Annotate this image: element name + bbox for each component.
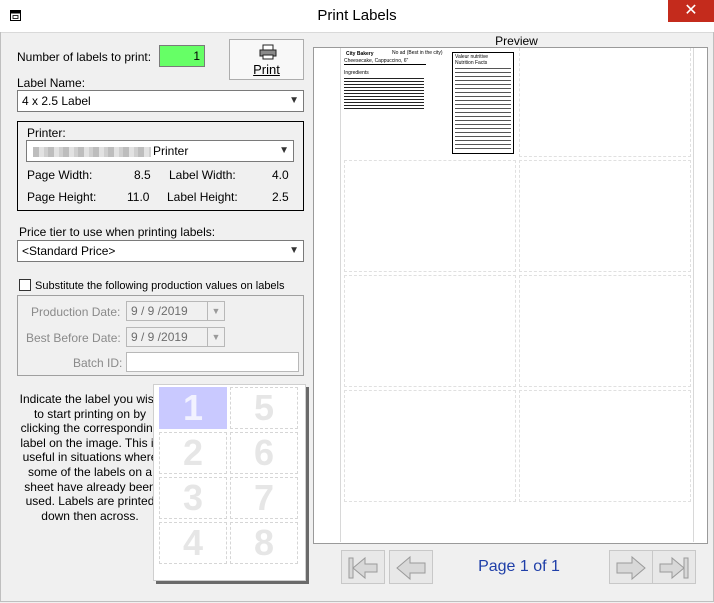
production-date-value: 9 / 9 /2019 bbox=[131, 304, 188, 318]
printer-select[interactable]: Printer ▼ bbox=[26, 140, 294, 162]
chevron-down-icon: ▼ bbox=[289, 245, 299, 256]
first-page-button[interactable] bbox=[341, 550, 385, 584]
price-tier-label: Price tier to use when printing labels: bbox=[19, 225, 216, 239]
chevron-down-icon: ▼ bbox=[289, 95, 299, 106]
printer-name-redacted bbox=[33, 147, 151, 157]
substitute-checkbox[interactable] bbox=[19, 279, 31, 291]
preview-ingredients-heading: Ingredients bbox=[344, 70, 369, 76]
label-cell-1[interactable]: 1 bbox=[159, 387, 227, 429]
preview-heading: Preview bbox=[495, 34, 538, 48]
batch-id-input[interactable] bbox=[126, 352, 299, 372]
preview-label-3 bbox=[344, 275, 516, 387]
label-cell-2[interactable]: 2 bbox=[159, 432, 227, 474]
label-cell-6[interactable]: 6 bbox=[230, 432, 298, 474]
best-before-value: 9 / 9 /2019 bbox=[131, 330, 188, 344]
page-width-value: 8.5 bbox=[134, 168, 151, 182]
preview-label-1: City Bakery No ad (Best in the city) Che… bbox=[344, 50, 514, 156]
label-width-label: Label Width: bbox=[169, 168, 236, 182]
title-bar: Print Labels ✕ bbox=[0, 0, 714, 33]
preview-label-8 bbox=[519, 390, 691, 502]
preview-label-7 bbox=[519, 275, 691, 387]
arrow-right-icon bbox=[616, 555, 646, 581]
label-cell-7[interactable]: 7 bbox=[230, 477, 298, 519]
production-date-field[interactable]: 9 / 9 /2019 ▼ bbox=[126, 301, 225, 321]
chevron-down-icon[interactable]: ▼ bbox=[207, 302, 224, 320]
preview-product: Cheesecake, Cappuccino, 6" bbox=[344, 58, 426, 65]
label-cell-4[interactable]: 4 bbox=[159, 522, 227, 564]
window-title: Print Labels bbox=[317, 7, 397, 24]
first-page-icon bbox=[348, 556, 378, 580]
label-cell-3[interactable]: 3 bbox=[159, 477, 227, 519]
labels-to-print-label: Number of labels to print: bbox=[17, 50, 152, 64]
preview-bakery: City Bakery bbox=[346, 51, 374, 57]
arrow-left-icon bbox=[396, 555, 426, 581]
start-position-grid: 1 2 3 4 5 6 7 8 bbox=[153, 384, 306, 581]
last-page-button[interactable] bbox=[652, 550, 696, 584]
best-before-label: Best Before Date: bbox=[26, 331, 121, 345]
print-button-label: Print bbox=[253, 62, 280, 77]
chevron-down-icon: ▼ bbox=[279, 145, 289, 156]
page-height-value: 11.0 bbox=[127, 190, 150, 204]
printer-label: Printer: bbox=[27, 126, 66, 140]
page-height-label: Page Height: bbox=[27, 190, 97, 204]
preview-label-4 bbox=[344, 390, 516, 502]
start-position-instructions: Indicate the label you wish to start pri… bbox=[19, 392, 161, 523]
preview-nutrition-rows bbox=[455, 68, 511, 152]
preview-ingredients-text bbox=[344, 78, 424, 110]
next-page-button[interactable] bbox=[609, 550, 653, 584]
page-width-label: Page Width: bbox=[27, 168, 93, 182]
substitute-label: Substitute the following production valu… bbox=[35, 280, 285, 292]
batch-id-label: Batch ID: bbox=[73, 356, 123, 370]
price-tier-select[interactable]: <Standard Price> ▼ bbox=[17, 240, 304, 262]
preview-label-5 bbox=[519, 48, 691, 157]
close-button[interactable]: ✕ bbox=[668, 0, 714, 22]
label-height-label: Label Height: bbox=[167, 190, 238, 204]
chevron-down-icon[interactable]: ▼ bbox=[207, 328, 224, 346]
preview-page: City Bakery No ad (Best in the city) Che… bbox=[340, 48, 694, 542]
preview-nutrition-box: Valeur nutritive Nutrition Facts bbox=[452, 52, 514, 154]
label-height-value: 2.5 bbox=[272, 190, 289, 204]
best-before-field[interactable]: 9 / 9 /2019 ▼ bbox=[126, 327, 225, 347]
label-cell-8[interactable]: 8 bbox=[230, 522, 298, 564]
labels-to-print-input[interactable]: 1 bbox=[159, 45, 205, 67]
label-name-value: 4 x 2.5 Label bbox=[22, 94, 91, 108]
printer-icon bbox=[259, 44, 277, 60]
price-tier-value: <Standard Price> bbox=[22, 244, 116, 258]
label-name-label: Label Name: bbox=[17, 76, 86, 90]
label-width-value: 4.0 bbox=[272, 168, 289, 182]
label-cell-5[interactable]: 5 bbox=[230, 387, 298, 429]
last-page-icon bbox=[659, 556, 689, 580]
print-button[interactable]: Print bbox=[229, 39, 304, 80]
page-indicator: Page 1 of 1 bbox=[478, 558, 560, 575]
production-date-label: Production Date: bbox=[31, 305, 121, 319]
preview-nutrition-title-en: Nutrition Facts bbox=[455, 60, 488, 66]
preview-label-6 bbox=[519, 160, 691, 272]
preview-frame: City Bakery No ad (Best in the city) Che… bbox=[313, 47, 708, 544]
label-name-select[interactable]: 4 x 2.5 Label ▼ bbox=[17, 90, 304, 112]
previous-page-button[interactable] bbox=[389, 550, 433, 584]
preview-label-2 bbox=[344, 160, 516, 272]
preview-note: No ad (Best in the city) bbox=[392, 50, 443, 56]
printer-value: Printer bbox=[153, 144, 189, 158]
